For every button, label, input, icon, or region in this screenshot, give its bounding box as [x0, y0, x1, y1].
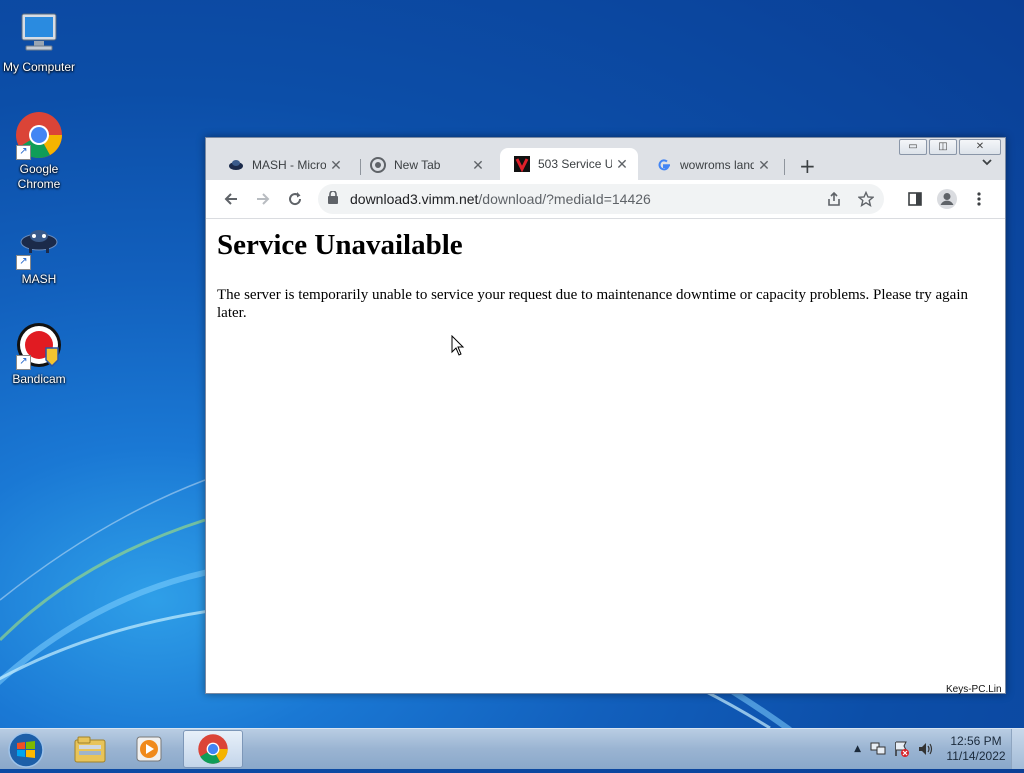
reload-icon [289, 192, 302, 206]
chrome-favicon [370, 157, 386, 173]
share-icon [828, 191, 840, 206]
computer-icon [14, 8, 64, 58]
google-favicon [656, 157, 672, 173]
tab-close-icon[interactable]: ✕ [468, 157, 488, 174]
mash-favicon [228, 157, 244, 173]
mash-icon: ↗ [14, 220, 64, 270]
new-tab-button[interactable]: + [799, 154, 816, 178]
desktop-icon-label: Google Chrome [17, 162, 61, 191]
bookmark-star-button[interactable] [852, 184, 880, 214]
tab-separator [784, 159, 785, 175]
url-host: download3.vimm.net [350, 191, 479, 207]
windows-logo-icon [8, 732, 44, 768]
taskbar-media-player[interactable] [122, 730, 178, 768]
bandicam-icon: ↗ [14, 320, 64, 370]
desktop-icon-bandicam[interactable]: ↗ Bandicam [1, 320, 77, 386]
desktop-icon-mash[interactable]: ↗ MASH [1, 220, 77, 286]
page-content: Service Unavailable The server is tempor… [206, 219, 1005, 693]
chrome-icon: ↗ [14, 110, 64, 160]
tab-503-service-unavailable[interactable]: 503 Service Ur ✕ [500, 148, 638, 180]
vimm-favicon [514, 156, 530, 172]
back-arrow-icon [224, 193, 237, 205]
desktop-icon-label: MASH [21, 272, 57, 286]
tab-close-icon[interactable]: ✕ [754, 157, 774, 174]
profile-button[interactable] [935, 187, 959, 211]
start-button[interactable] [6, 731, 46, 769]
tab-search-chevron-icon[interactable] [981, 156, 993, 171]
action-center-flag-icon[interactable] [893, 740, 911, 758]
show-desktop-button[interactable] [1011, 729, 1024, 769]
shortcut-arrow-icon: ↗ [16, 255, 31, 270]
lock-icon [328, 190, 338, 207]
tab-close-icon[interactable]: ✕ [612, 156, 632, 173]
network-icon[interactable] [869, 740, 887, 758]
error-message: The server is temporarily unable to serv… [217, 287, 968, 321]
browser-toolbar: download3.vimm.net/download/?mediaId=144… [206, 180, 1005, 219]
taskbar-chrome[interactable] [183, 730, 243, 768]
address-bar[interactable]: download3.vimm.net/download/?mediaId=144… [318, 184, 884, 214]
share-button[interactable] [820, 184, 848, 214]
volume-icon[interactable] [917, 740, 935, 758]
tab-new-tab[interactable]: New Tab ✕ [356, 150, 494, 180]
system-tray: ▲ 12:56 PM 11/14/2022 [854, 729, 1024, 769]
clock-time: 12:56 PM [950, 734, 1002, 748]
page-heading: Service Unavailable [217, 229, 463, 261]
clock-date: 11/14/2022 [946, 749, 1006, 763]
tab-title: wowroms land [680, 158, 754, 172]
desktop-icon-my-computer[interactable]: My Computer [1, 8, 77, 74]
chrome-window: ▭ ◫ ✕ MASH - Micro ✕ New Tab ✕ 503 Servi… [205, 137, 1006, 694]
desktop-icon-label: My Computer [2, 60, 76, 74]
side-panel-button[interactable] [903, 187, 927, 211]
taskbar: ▲ 12:56 PM 11/14/2022 [0, 728, 1024, 769]
mouse-cursor-icon [451, 335, 465, 356]
clock[interactable]: 12:56 PM 11/14/2022 [941, 734, 1011, 764]
tab-strip: MASH - Micro ✕ New Tab ✕ 503 Service Ur … [214, 146, 1005, 180]
taskbar-explorer[interactable] [62, 730, 118, 768]
side-panel-icon [908, 192, 922, 206]
desktop-icon-label: Bandicam [12, 372, 66, 386]
tab-mash[interactable]: MASH - Micro ✕ [214, 150, 352, 180]
tab-wowroms[interactable]: wowroms land ✕ [642, 150, 780, 180]
chrome-icon [198, 734, 228, 764]
kebab-menu-icon [977, 192, 981, 206]
profile-avatar-icon [937, 189, 957, 209]
star-icon [858, 191, 874, 207]
tab-close-icon[interactable]: ✕ [326, 157, 346, 174]
forward-arrow-icon [257, 193, 270, 205]
forward-button[interactable] [251, 187, 275, 211]
chrome-menu-button[interactable] [967, 187, 991, 211]
media-player-icon [136, 736, 162, 762]
url-path: /download/?mediaId=14426 [478, 191, 651, 207]
desktop-icon-google-chrome[interactable]: ↗ Google Chrome [1, 110, 77, 192]
shortcut-arrow-icon: ↗ [16, 145, 31, 160]
tab-title: MASH - Micro [252, 158, 326, 172]
explorer-icon [74, 736, 106, 763]
tab-title: New Tab [394, 158, 441, 172]
tab-title: 503 Service Ur [538, 157, 612, 171]
reload-button[interactable] [283, 187, 307, 211]
back-button[interactable] [219, 187, 243, 211]
shortcut-arrow-icon: ↗ [16, 355, 31, 370]
watermark: Keys-PC.Lin [946, 684, 1002, 695]
show-hidden-icons-button[interactable]: ▲ [854, 744, 861, 754]
